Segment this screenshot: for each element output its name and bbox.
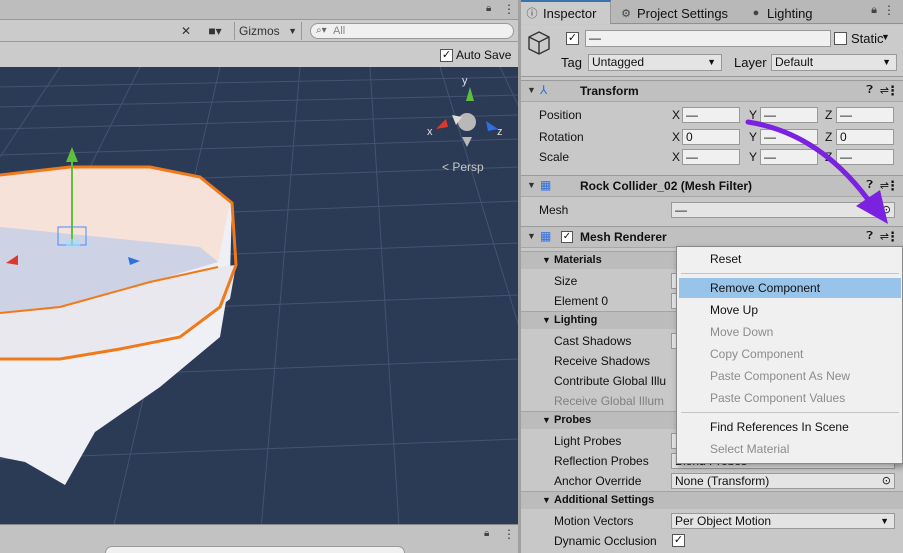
annotation-arrow	[745, 119, 888, 224]
